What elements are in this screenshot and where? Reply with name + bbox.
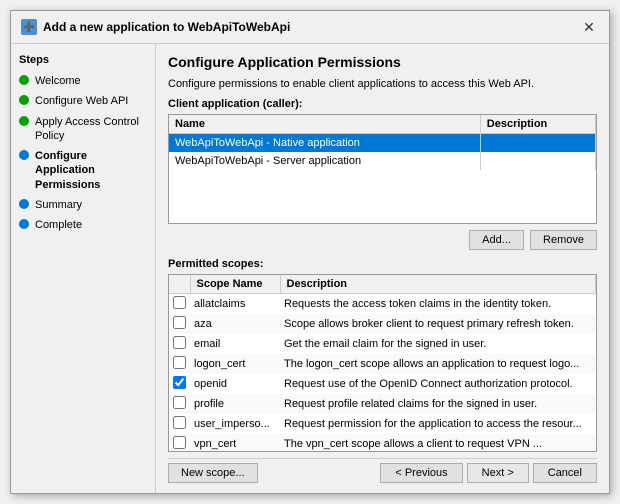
list-item: user_imperso... Request permission for t…: [169, 414, 596, 434]
list-item: vpn_cert The vpn_cert scope allows a cli…: [169, 434, 596, 452]
list-item: logon_cert The logon_cert scope allows a…: [169, 354, 596, 374]
scope-check-7[interactable]: [169, 434, 190, 452]
sidebar-item-complete[interactable]: Complete: [19, 218, 147, 232]
list-item: allatclaims Requests the access token cl…: [169, 294, 596, 315]
page-title: Configure Application Permissions: [168, 54, 597, 70]
scope-name-3: logon_cert: [190, 354, 280, 374]
scope-checkbox-0[interactable]: [173, 296, 186, 309]
add-button[interactable]: Add...: [469, 230, 524, 250]
list-item: profile Request profile related claims f…: [169, 394, 596, 414]
main-panel: Configure Application Permissions Config…: [156, 44, 609, 493]
footer-row: New scope... < Previous Next > Cancel: [168, 458, 597, 483]
client-col-name: Name: [169, 115, 480, 134]
scope-desc-5: Request profile related claims for the s…: [280, 394, 596, 414]
scope-name-6: user_imperso...: [190, 414, 280, 434]
remove-button[interactable]: Remove: [530, 230, 597, 250]
title-bar: ➕ Add a new application to WebApiToWebAp…: [11, 11, 609, 44]
cancel-button[interactable]: Cancel: [533, 463, 597, 483]
step-label-welcome: Welcome: [35, 74, 81, 88]
step-dot-configure-app-perms: [19, 150, 29, 160]
scopes-container[interactable]: Scope Name Description allatclaims Reque…: [168, 274, 597, 452]
scope-checkbox-1[interactable]: [173, 316, 186, 329]
step-label-configure-web-api: Configure Web API: [35, 94, 128, 108]
table-row[interactable]: WebApiToWebApi - Server application: [169, 152, 596, 170]
scope-check-4[interactable]: [169, 374, 190, 394]
client-table-container[interactable]: Name Description WebApiToWebApi - Native…: [168, 114, 597, 224]
client-row-0-name: WebApiToWebApi - Native application: [169, 134, 480, 153]
client-row-0-desc: [480, 134, 595, 153]
scope-desc-0: Requests the access token claims in the …: [280, 294, 596, 315]
scope-check-2[interactable]: [169, 334, 190, 354]
step-dot-summary: [19, 199, 29, 209]
scope-desc-1: Scope allows broker client to request pr…: [280, 314, 596, 334]
scope-checkbox-2[interactable]: [173, 336, 186, 349]
sidebar-item-summary[interactable]: Summary: [19, 198, 147, 212]
scope-col-check: [169, 275, 190, 294]
content-area: Steps Welcome Configure Web API Apply Ac…: [11, 44, 609, 493]
client-row-1-name: WebApiToWebApi - Server application: [169, 152, 480, 170]
step-label-configure-app-perms: Configure Application Permissions: [35, 149, 147, 192]
client-table: Name Description WebApiToWebApi - Native…: [169, 115, 596, 170]
description-text: Configure permissions to enable client a…: [168, 78, 597, 90]
step-label-apply-access: Apply Access Control Policy: [35, 115, 147, 144]
scope-check-5[interactable]: [169, 394, 190, 414]
scope-col-name: Scope Name: [190, 275, 280, 294]
scopes-section-label: Permitted scopes:: [168, 258, 597, 270]
client-col-description: Description: [480, 115, 595, 134]
previous-button[interactable]: < Previous: [380, 463, 462, 483]
scope-name-5: profile: [190, 394, 280, 414]
scope-name-4: openid: [190, 374, 280, 394]
list-item: openid Request use of the OpenID Connect…: [169, 374, 596, 394]
scope-name-2: email: [190, 334, 280, 354]
scope-check-1[interactable]: [169, 314, 190, 334]
scope-name-0: allatclaims: [190, 294, 280, 315]
scope-checkbox-4[interactable]: [173, 376, 186, 389]
scopes-table: Scope Name Description allatclaims Reque…: [169, 275, 596, 452]
scope-check-6[interactable]: [169, 414, 190, 434]
dialog: ➕ Add a new application to WebApiToWebAp…: [10, 10, 610, 494]
list-item: aza Scope allows broker client to reques…: [169, 314, 596, 334]
close-button[interactable]: ✕: [579, 17, 599, 37]
list-item: email Get the email claim for the signed…: [169, 334, 596, 354]
step-label-summary: Summary: [35, 198, 82, 212]
scope-checkbox-6[interactable]: [173, 416, 186, 429]
sidebar-item-configure-web-api[interactable]: Configure Web API: [19, 94, 147, 108]
steps-heading: Steps: [19, 54, 147, 66]
scope-check-0[interactable]: [169, 294, 190, 315]
title-bar-left: ➕ Add a new application to WebApiToWebAp…: [21, 19, 290, 35]
new-scope-button[interactable]: New scope...: [168, 463, 258, 483]
scope-desc-4: Request use of the OpenID Connect author…: [280, 374, 596, 394]
client-row-1-desc: [480, 152, 595, 170]
sidebar: Steps Welcome Configure Web API Apply Ac…: [11, 44, 156, 493]
scope-col-description: Description: [280, 275, 596, 294]
sidebar-item-welcome[interactable]: Welcome: [19, 74, 147, 88]
client-section-label: Client application (caller):: [168, 98, 597, 110]
step-dot-configure-web-api: [19, 95, 29, 105]
scope-check-3[interactable]: [169, 354, 190, 374]
step-dot-apply-access: [19, 116, 29, 126]
scope-checkbox-5[interactable]: [173, 396, 186, 409]
scope-checkbox-7[interactable]: [173, 436, 186, 449]
scope-desc-6: Request permission for the application t…: [280, 414, 596, 434]
step-dot-complete: [19, 219, 29, 229]
step-dot-welcome: [19, 75, 29, 85]
scope-name-1: aza: [190, 314, 280, 334]
scope-name-7: vpn_cert: [190, 434, 280, 452]
scope-desc-7: The vpn_cert scope allows a client to re…: [280, 434, 596, 452]
scope-checkbox-3[interactable]: [173, 356, 186, 369]
step-label-complete: Complete: [35, 218, 82, 232]
sidebar-item-configure-application-permissions[interactable]: Configure Application Permissions: [19, 149, 147, 192]
table-row[interactable]: WebApiToWebApi - Native application: [169, 134, 596, 153]
add-icon: ➕: [21, 19, 37, 35]
scope-desc-2: Get the email claim for the signed in us…: [280, 334, 596, 354]
dialog-title: Add a new application to WebApiToWebApi: [43, 20, 290, 34]
client-buttons-row: Add... Remove: [168, 230, 597, 250]
sidebar-item-apply-access-control-policy[interactable]: Apply Access Control Policy: [19, 115, 147, 144]
nav-buttons: < Previous Next > Cancel: [380, 463, 597, 483]
scope-desc-3: The logon_cert scope allows an applicati…: [280, 354, 596, 374]
next-button[interactable]: Next >: [467, 463, 529, 483]
